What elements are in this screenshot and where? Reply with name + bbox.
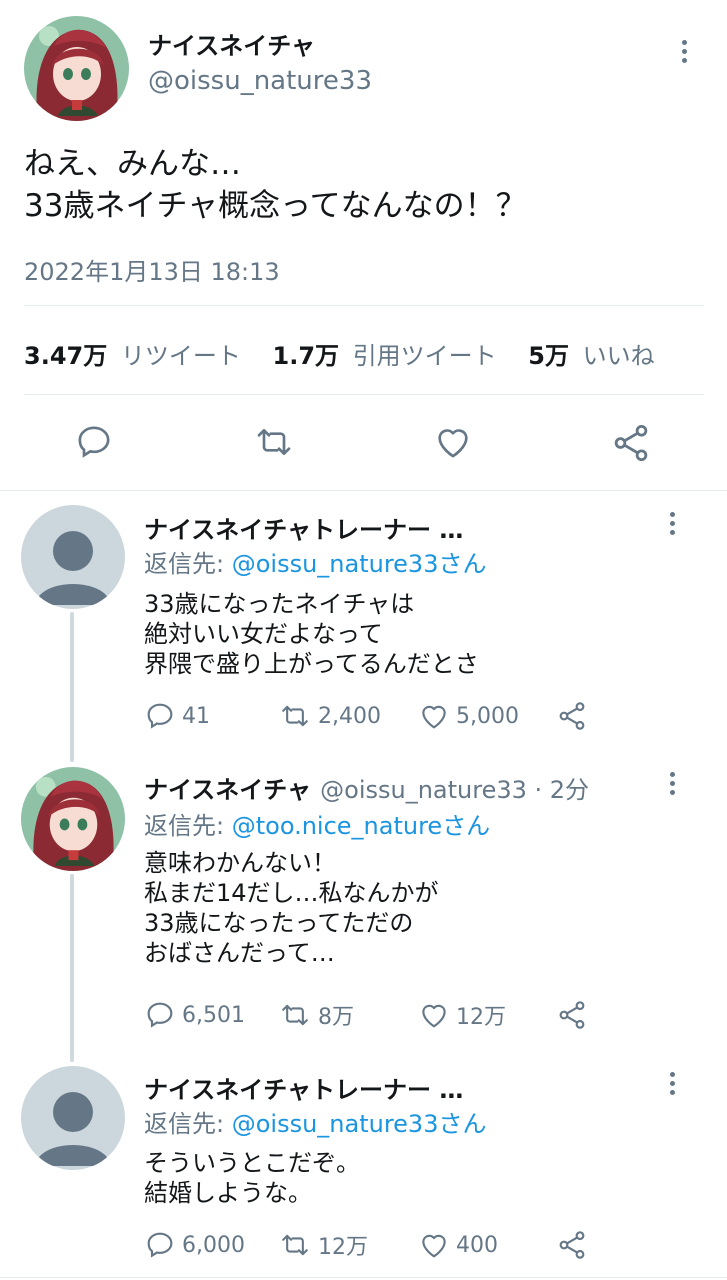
like-icon [422, 1234, 446, 1258]
reply-button[interactable] [74, 422, 114, 466]
reply-display-name[interactable]: ナイスネイチャトレーナー … [144, 510, 463, 545]
retweets-label[interactable]: リツイート [121, 342, 241, 370]
retweets-count[interactable]: 3.47万 [24, 342, 107, 370]
reply-to-prefix: 返信先: [144, 550, 232, 578]
author-handle[interactable]: @oissu_nature33 [148, 66, 372, 96]
default-avatar[interactable] [21, 1066, 125, 1170]
reply-count: 6,501 [182, 1002, 245, 1028]
reply-to-line: 返信先: @oissu_nature33さん [144, 544, 486, 579]
quotes-label[interactable]: 引用ツイート [353, 342, 497, 370]
reply-count: 6,000 [182, 1232, 245, 1258]
retweet-button[interactable]: 8万 [278, 999, 354, 1031]
like-icon [422, 705, 446, 729]
reply-icon [147, 703, 173, 729]
tweet-text: ねえ、みんな… 33歳ネイチャ概念ってなんなの！？ [24, 146, 527, 224]
reply-button[interactable]: 6,000 [144, 1229, 245, 1261]
share-icon [559, 702, 585, 730]
share-button[interactable] [556, 999, 594, 1031]
tweet-stats: 3.47万 リツイート 1.7万 引用ツイート 5万 いいね [24, 336, 655, 371]
share-icon [559, 1001, 585, 1029]
like-count: 5,000 [456, 703, 519, 729]
like-icon [438, 429, 468, 458]
like-icon [422, 1004, 446, 1028]
more-icon[interactable] [668, 512, 676, 538]
like-button[interactable]: 400 [418, 1229, 498, 1261]
reply-text: 意味わかんない！ 私まだ14だし…私なんかが 33歳になったってただの おばさん… [144, 849, 439, 967]
reply-to-line: 返信先: @oissu_nature33さん [144, 1104, 486, 1139]
divider [24, 394, 704, 395]
share-button[interactable] [610, 422, 652, 468]
reply-to-handle[interactable]: @too.nice_natureさん [232, 812, 490, 840]
retweet-icon [282, 705, 308, 727]
more-icon[interactable] [680, 40, 688, 66]
more-icon[interactable] [668, 1072, 676, 1098]
share-icon [559, 1231, 585, 1259]
retweet-count: 2,400 [318, 703, 381, 729]
retweet-button[interactable]: 2,400 [278, 700, 381, 732]
reply-to-handle[interactable]: @oissu_nature33さん [232, 1110, 487, 1138]
retweet-count: 12万 [318, 1235, 368, 1260]
retweet-icon [282, 1004, 308, 1026]
reply-header: ナイスネイチャ @oissu_nature33 · 2分 [144, 770, 589, 805]
like-count: 12万 [456, 1005, 506, 1030]
thread-line [70, 874, 74, 1062]
character-avatar[interactable] [21, 767, 125, 871]
reply-text: 33歳になったネイチャは 絶対いい女だよなって 界隈で盛り上がってるんだとさ [144, 590, 479, 678]
reply-to-prefix: 返信先: [144, 812, 232, 840]
reply-icon [147, 1002, 173, 1028]
reply-count: 41 [182, 703, 210, 729]
reply-display-name[interactable]: ナイスネイチャトレーナー … [144, 1070, 463, 1105]
like-count: 400 [456, 1232, 498, 1258]
like-button[interactable] [432, 422, 474, 466]
share-button[interactable] [556, 1229, 594, 1261]
likes-label[interactable]: いいね [583, 342, 655, 370]
author-display-name[interactable]: ナイスネイチャ [148, 26, 315, 61]
reply-text: そういうとこだぞ。 結婚しような。 [144, 1149, 360, 1207]
thread-line [70, 612, 74, 762]
like-button[interactable]: 5,000 [418, 700, 519, 732]
quotes-count[interactable]: 1.7万 [273, 342, 340, 370]
section-divider [0, 490, 727, 491]
default-avatar[interactable] [21, 505, 125, 609]
retweet-icon [282, 1234, 308, 1256]
share-icon [614, 424, 648, 462]
share-button[interactable] [556, 700, 594, 732]
like-button[interactable]: 12万 [418, 999, 506, 1031]
reply-to-handle[interactable]: @oissu_nature33さん [232, 550, 487, 578]
reply-icon [147, 1232, 173, 1258]
reply-display-name[interactable]: ナイスネイチャ [144, 776, 311, 804]
retweet-count: 8万 [318, 1005, 354, 1030]
reply-to-prefix: 返信先: [144, 1110, 232, 1138]
retweet-button[interactable]: 12万 [278, 1229, 368, 1261]
retweet-button[interactable] [252, 422, 296, 466]
likes-count[interactable]: 5万 [528, 342, 569, 370]
reply-icon [78, 426, 110, 458]
reply-button[interactable]: 41 [144, 700, 210, 732]
bottom-divider [0, 1277, 727, 1278]
reply-button[interactable]: 6,501 [144, 999, 245, 1031]
reply-handle-time[interactable]: @oissu_nature33 · 2分 [320, 776, 589, 804]
more-icon[interactable] [668, 772, 676, 798]
divider [24, 305, 704, 306]
tweet-timestamp[interactable]: 2022年1月13日 18:13 [24, 252, 280, 287]
reply-to-line: 返信先: @too.nice_natureさん [144, 806, 490, 841]
retweet-icon [257, 429, 291, 455]
author-avatar[interactable] [24, 16, 129, 121]
